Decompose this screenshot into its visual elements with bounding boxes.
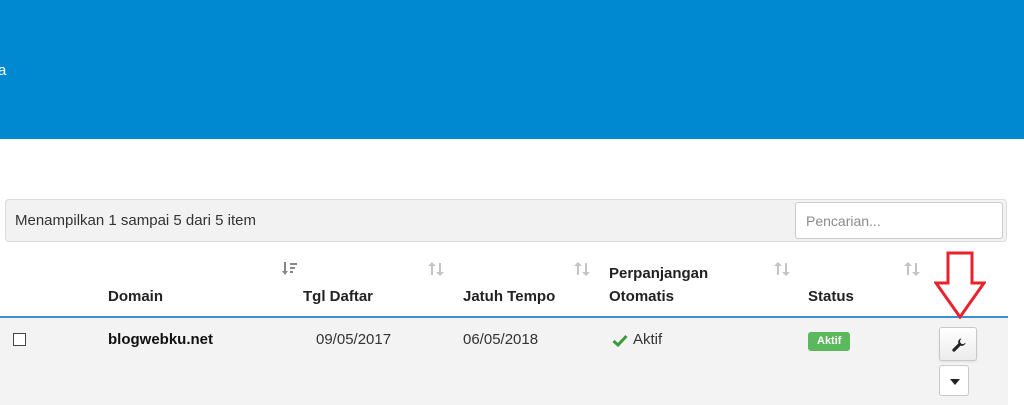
sort-arrows-icon[interactable] — [904, 262, 920, 276]
manage-button[interactable] — [939, 327, 977, 361]
column-header-domain[interactable]: Domain — [108, 287, 163, 306]
banner-text: a — [0, 62, 7, 79]
sort-arrows-icon[interactable] — [428, 262, 444, 276]
caret-down-icon — [950, 379, 960, 385]
check-icon — [612, 334, 628, 347]
status-badge: Aktif — [808, 332, 851, 351]
wrench-icon — [952, 338, 966, 352]
header-banner: a — [0, 0, 1024, 139]
row-checkbox[interactable] — [13, 333, 26, 346]
auto-renew-status: Aktif — [633, 331, 663, 348]
red-arrow-down-icon — [934, 251, 986, 319]
column-header-status[interactable]: Status — [808, 287, 854, 306]
column-header-auto-renew-line1: Perpanjangan — [609, 265, 709, 282]
search-input[interactable] — [795, 202, 1003, 239]
sort-amount-icon[interactable] — [282, 262, 298, 276]
due-date: 06/05/2018 — [463, 331, 539, 348]
column-header-reg-date[interactable]: Tgl Daftar — [303, 287, 373, 306]
sort-arrows-icon[interactable] — [574, 262, 590, 276]
sort-arrows-icon[interactable] — [774, 262, 790, 276]
table-toolbar: Menampilkan 1 sampai 5 dari 5 item — [5, 199, 1007, 242]
column-header-auto-renew[interactable]: Perpanjangan Otomatis — [609, 264, 708, 306]
more-options-dropdown[interactable] — [939, 365, 969, 396]
reg-date: 09/05/2017 — [316, 331, 392, 348]
column-header-auto-renew-line2: Otomatis — [609, 288, 675, 305]
column-header-due-date[interactable]: Jatuh Tempo — [463, 287, 555, 306]
results-info: Menampilkan 1 sampai 5 dari 5 item — [15, 212, 256, 229]
domain-name[interactable]: blogwebku.net — [108, 331, 213, 348]
